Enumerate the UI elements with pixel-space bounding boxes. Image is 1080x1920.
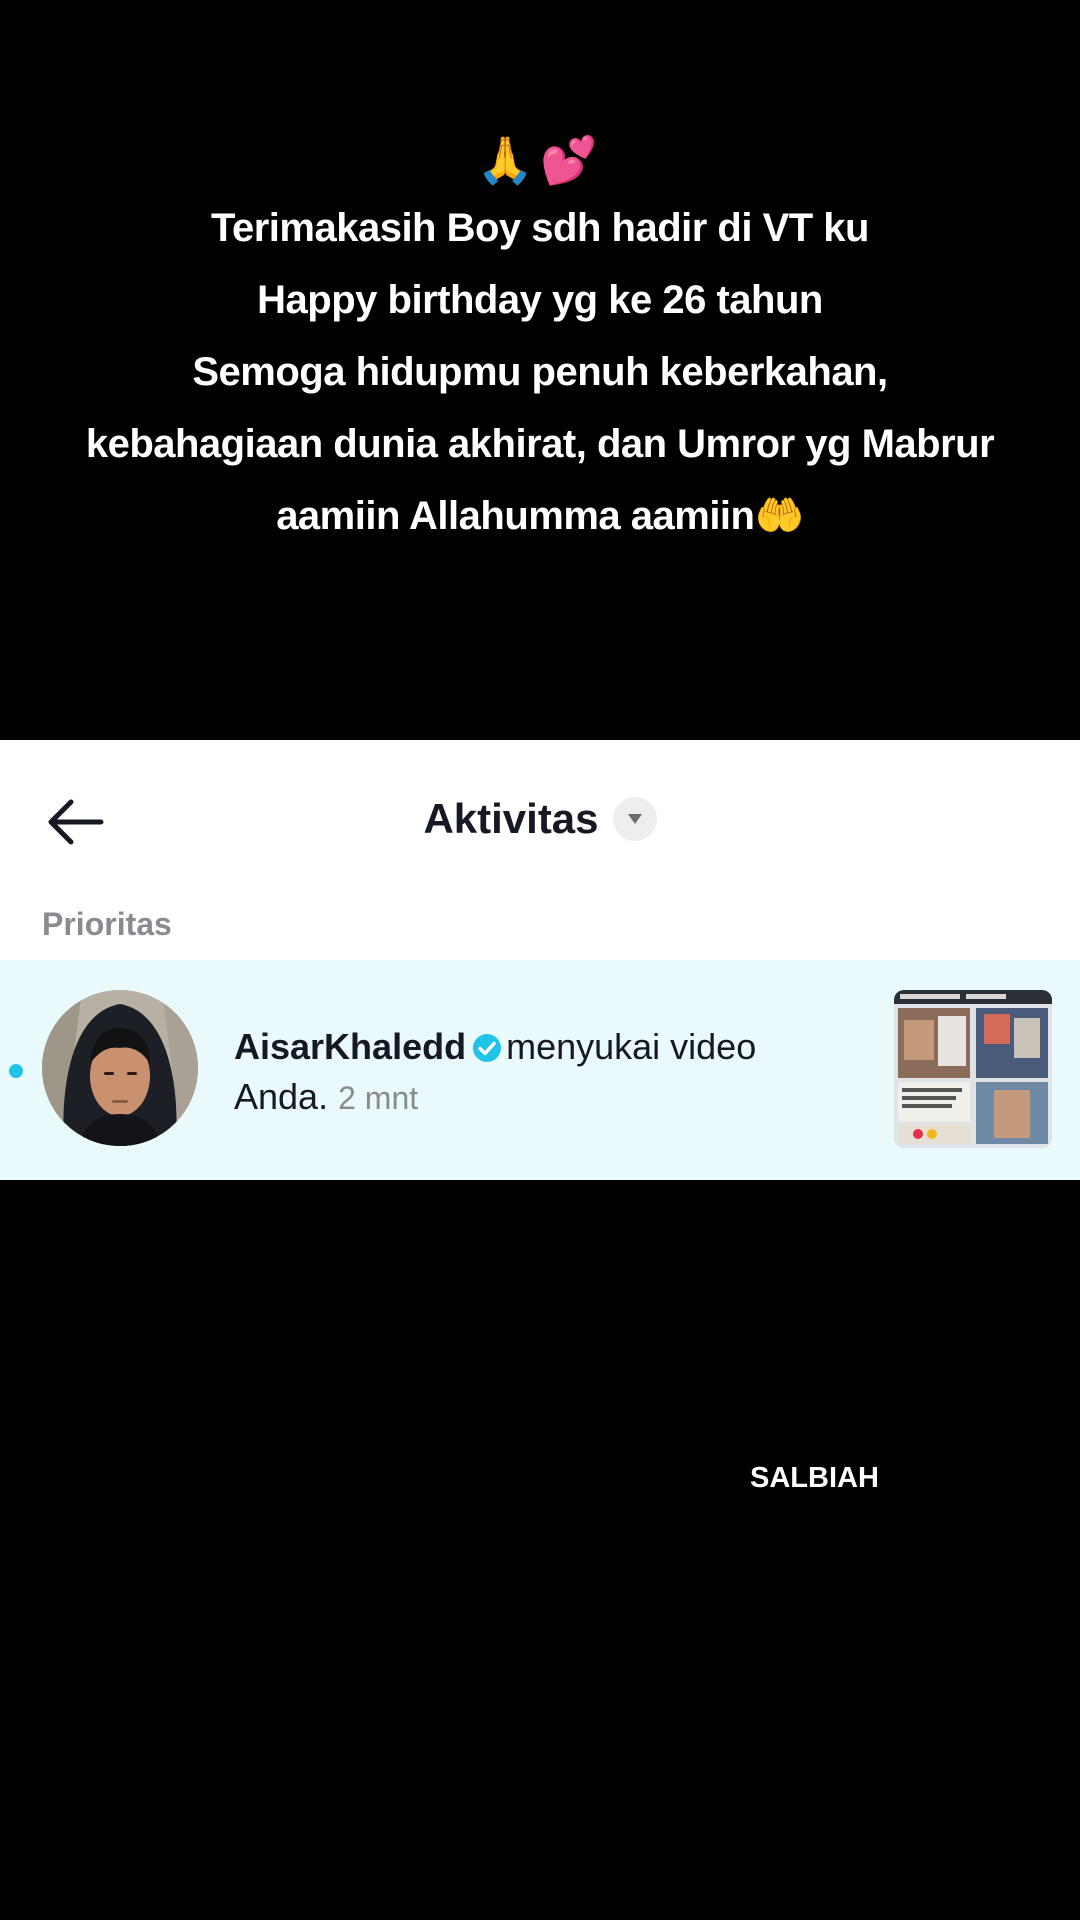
notification-text: AisarKhaledd menyukai video Anda. 2 mnt xyxy=(234,1022,794,1123)
page-title: Aktivitas xyxy=(423,795,599,842)
title-wrap: Aktivitas xyxy=(0,795,1080,843)
caret-down-icon xyxy=(627,814,642,824)
username-link[interactable]: AisarKhaledd xyxy=(234,1026,466,1067)
notification-object: Anda. xyxy=(234,1076,329,1117)
caption-line-3: Semoga hidupmu penuh keberkahan, xyxy=(192,350,888,394)
open-hands-emoji: 🤲 xyxy=(754,493,804,539)
caption-line-5-text: aamiin Allahumma aamiin xyxy=(276,494,755,538)
video-thumbnail-image xyxy=(894,990,1052,1148)
avatar[interactable] xyxy=(42,990,198,1146)
notification-time: 2 mnt xyxy=(338,1080,419,1116)
caption-line-1: Terimakasih Boy sdh hadir di VT ku xyxy=(211,206,869,250)
title-dropdown-button[interactable] xyxy=(612,797,657,841)
activity-panel: Aktivitas Prioritas AisarKhaledd menyuka… xyxy=(0,740,1080,1180)
notification-row[interactable]: AisarKhaledd menyukai video Anda. 2 mnt xyxy=(0,960,1080,1180)
caption-emojis: 🙏💕 xyxy=(476,133,604,187)
verified-badge-icon xyxy=(473,1034,502,1062)
caption-line-4: kebahagiaan dunia akhirat, dan Umror yg … xyxy=(85,422,995,466)
notification-action: menyukai video xyxy=(506,1026,757,1067)
user-avatar-icon xyxy=(42,990,198,1146)
top-bar: Aktivitas xyxy=(0,740,1080,900)
section-label: Prioritas xyxy=(42,906,172,942)
caption-overlay: 🙏💕 Terimakasih Boy sdh hadir di VT ku Ha… xyxy=(0,128,1080,552)
unread-dot xyxy=(9,1064,23,1078)
caption-line-5: aamiin Allahumma aamiin🤲 xyxy=(0,480,1080,552)
video-thumbnail[interactable] xyxy=(894,990,1052,1148)
caption-line-2: Happy birthday yg ke 26 tahun xyxy=(257,278,823,322)
watermark-text: SALBIAH xyxy=(750,1462,879,1494)
